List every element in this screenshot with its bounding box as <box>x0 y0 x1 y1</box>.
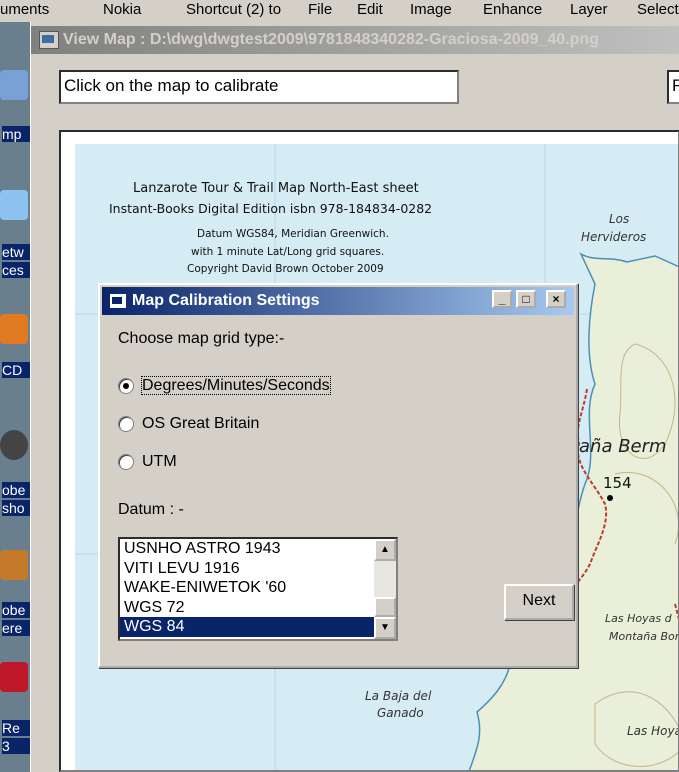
cd-icon[interactable] <box>0 314 28 344</box>
radio-button[interactable] <box>118 416 134 432</box>
menu-file[interactable]: File <box>308 1 332 18</box>
list-scrollbar[interactable]: ▲ ▼ <box>374 539 396 639</box>
desktop-icon-label[interactable]: ere <box>2 620 30 636</box>
datum-label: Datum : - <box>118 501 184 518</box>
desktop-icon-label[interactable]: obe <box>2 602 30 618</box>
list-item[interactable]: VITI LEVU 1916 <box>120 559 396 579</box>
reader-icon[interactable] <box>0 662 28 692</box>
desktop-icon-label[interactable]: ces <box>2 262 30 278</box>
dialog-app-icon <box>110 293 126 308</box>
dialog-title: Map Calibration Settings <box>132 292 320 309</box>
radio-label: Degrees/Minutes/Seconds <box>141 376 331 395</box>
radio-button[interactable] <box>118 454 134 470</box>
map-place-label: aña Berm <box>579 436 667 457</box>
list-item[interactable]: WGS 72 <box>120 598 396 618</box>
menu-edit[interactable]: Edit <box>357 1 383 18</box>
desktop-icon-label[interactable]: etw <box>2 244 30 260</box>
map-place-label: Ganado <box>377 706 424 720</box>
window-title: View Map : D:\dwg\dwgtest2009\9781848340… <box>63 31 599 48</box>
radio-os-great-britain[interactable]: OS Great Britain <box>118 415 259 437</box>
map-place-label: Las Hoyas d <box>605 612 672 625</box>
map-note: with 1 minute Lat/Long grid squares. <box>191 246 385 258</box>
radio-utm[interactable]: UTM <box>118 453 177 475</box>
map-calibration-dialog: Map Calibration Settings _ □ × Choose ma… <box>98 283 578 668</box>
map-place-label: La Baja del <box>365 689 432 703</box>
network-icon[interactable] <box>0 190 28 220</box>
desktop-icon-label[interactable]: Re <box>2 720 30 736</box>
taskbar-item[interactable]: uments <box>0 1 49 18</box>
taskbar-item[interactable]: Nokia <box>103 1 141 18</box>
window-titlebar[interactable]: View Map : D:\dwg\dwgtest2009\9781848340… <box>31 26 679 54</box>
map-title-line: Instant-Books Digital Edition isbn 978-1… <box>109 201 433 216</box>
desktop-icon-label[interactable]: 3 <box>2 738 30 754</box>
datum-listbox[interactable]: USNHO ASTRO 1943 VITI LEVU 1916 WAKE-ENI… <box>118 537 398 641</box>
map-place-label: Las Hoya <box>627 724 679 738</box>
desktop-icon-label[interactable]: CD <box>2 362 30 378</box>
window-app-icon <box>39 30 59 49</box>
calibration-instruction-field: Click on the map to calibrate <box>59 70 459 104</box>
maximize-button[interactable]: □ <box>516 290 536 308</box>
map-title-line: Lanzarote Tour & Trail Map North-East sh… <box>133 181 419 196</box>
radio-label: UTM <box>142 453 177 470</box>
map-note: Copyright David Brown October 2009 <box>187 263 384 275</box>
minimize-button[interactable]: _ <box>492 290 512 308</box>
secondary-field[interactable]: F <box>667 70 679 104</box>
summit-marker <box>607 495 613 501</box>
map-note: Datum WGS84, Meridian Greenwich. <box>197 228 389 240</box>
taskbar-item[interactable]: Shortcut (2) to <box>186 1 281 18</box>
map-height-label: 154 <box>603 474 632 492</box>
radio-degrees-minutes-seconds[interactable]: Degrees/Minutes/Seconds <box>118 376 331 399</box>
scroll-thumb[interactable] <box>374 597 396 617</box>
desktop-area: mp etw ces CD obe sho obe ere Re 3 <box>0 22 30 772</box>
list-item-selected[interactable]: WGS 84 <box>120 617 396 637</box>
list-item[interactable]: USNHO ASTRO 1943 <box>120 539 396 559</box>
taskbar-strip: uments Nokia Shortcut (2) to File Edit I… <box>0 0 679 22</box>
radio-label: OS Great Britain <box>142 415 260 432</box>
camera-icon[interactable] <box>0 430 28 460</box>
menu-select[interactable]: Select <box>637 1 679 18</box>
map-place-label: Los <box>609 212 630 226</box>
menu-enhance[interactable]: Enhance <box>483 1 542 18</box>
close-button[interactable]: × <box>546 290 566 308</box>
next-button[interactable]: Next <box>504 584 574 620</box>
scroll-up-icon[interactable]: ▲ <box>374 539 396 561</box>
map-place-label: Montaña Bom <box>609 630 679 643</box>
menu-image[interactable]: Image <box>410 1 452 18</box>
radio-button-selected[interactable] <box>118 378 134 394</box>
map-place-label: Hervideros <box>581 230 647 244</box>
menu-layer[interactable]: Layer <box>570 1 608 18</box>
folder-icon[interactable] <box>0 550 28 580</box>
list-item[interactable]: WAKE-ENIWETOK '60 <box>120 578 396 598</box>
app-icon[interactable] <box>0 70 28 100</box>
desktop-icon-label[interactable]: mp <box>2 126 30 142</box>
desktop-icon-label[interactable]: sho <box>2 500 30 516</box>
scroll-down-icon[interactable]: ▼ <box>374 617 396 639</box>
desktop-icon-label[interactable]: obe <box>2 482 30 498</box>
grid-type-prompt: Choose map grid type:- <box>118 330 285 347</box>
